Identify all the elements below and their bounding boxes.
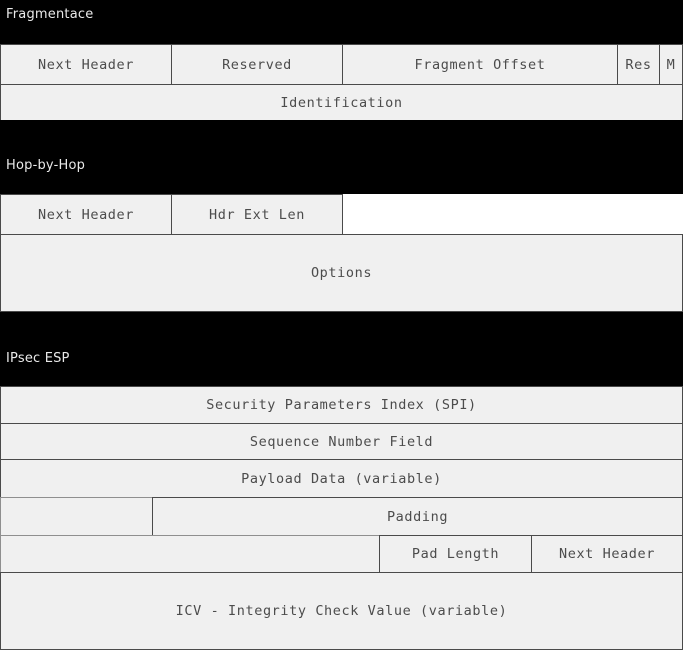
- field-cell-payload-continuation: [0, 497, 153, 536]
- section-band-ipsec-esp: IPsec ESP: [0, 312, 683, 386]
- field-cell-reserved: Reserved: [171, 44, 343, 85]
- field-cell-spi: Security Parameters Index (SPI): [0, 386, 683, 424]
- field-cell-next-header: Next Header: [0, 44, 172, 85]
- field-cell-identification: Identification: [0, 84, 683, 121]
- field-cell-esp-next-header: Next Header: [531, 535, 683, 573]
- field-cell-m-flag: M: [659, 44, 683, 85]
- field-cell-options: Options: [0, 234, 683, 312]
- section-band-hop-by-hop: Hop-by-Hop: [0, 120, 683, 194]
- field-cell-res: Res: [617, 44, 660, 85]
- section-title-ipsec-esp: IPsec ESP: [6, 351, 70, 366]
- section-title-hop-by-hop: Hop-by-Hop: [6, 158, 86, 173]
- field-cell-payload-data: Payload Data (variable): [0, 459, 683, 498]
- field-cell-pad-length: Pad Length: [379, 535, 532, 573]
- section-band-fragmentace: Fragmentace: [0, 0, 683, 44]
- field-cell-hbh-next-header: Next Header: [0, 194, 172, 235]
- field-cell-padding-continuation: [0, 535, 380, 573]
- field-cell-fragment-offset: Fragment Offset: [342, 44, 618, 85]
- header-table-fragmentace: Next Header Reserved Fragment Offset Res…: [0, 44, 683, 121]
- section-title-fragmentace: Fragmentace: [6, 7, 94, 22]
- field-cell-padding: Padding: [152, 497, 683, 536]
- field-cell-hdr-ext-len: Hdr Ext Len: [171, 194, 343, 235]
- packet-format-diagram: Fragmentace Next Header Reserved Fragmen…: [0, 0, 683, 650]
- header-table-hop-by-hop: Next Header Hdr Ext Len Options: [0, 194, 683, 312]
- field-cell-icv: ICV - Integrity Check Value (variable): [0, 572, 683, 650]
- field-cell-sequence-number: Sequence Number Field: [0, 423, 683, 460]
- header-table-ipsec-esp: Security Parameters Index (SPI) Sequence…: [0, 386, 683, 650]
